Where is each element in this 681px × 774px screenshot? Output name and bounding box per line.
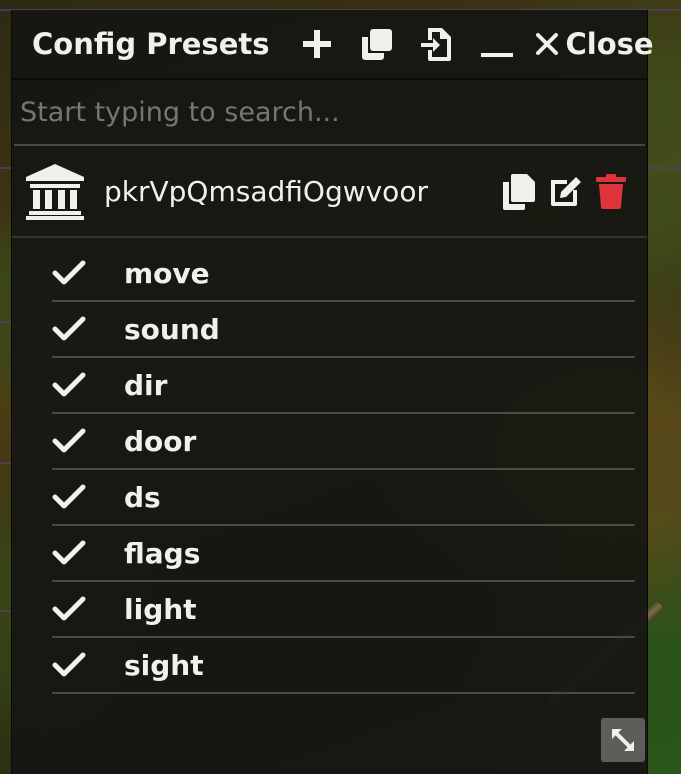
checkmark-icon: [52, 316, 86, 342]
option-label: flags: [124, 536, 201, 570]
option-list: move sound dir door ds flags light sight: [12, 246, 647, 694]
list-item-ds[interactable]: ds: [52, 470, 635, 526]
duplicate-preset-button[interactable]: [347, 22, 407, 66]
minimize-icon: [481, 53, 514, 57]
edit-preset-button[interactable]: [547, 172, 585, 210]
option-label: ds: [124, 480, 161, 514]
close-label: Close: [565, 27, 654, 61]
bank-icon: [26, 164, 84, 220]
list-item-light[interactable]: light: [52, 582, 635, 638]
list-item-flags[interactable]: flags: [52, 526, 635, 582]
preset-name: pkrVpQmsadfiOgwvoor: [104, 174, 428, 208]
delete-preset-button[interactable]: [595, 173, 627, 209]
trash-icon: [596, 174, 626, 209]
resize-handle[interactable]: [601, 718, 645, 762]
window-titlebar[interactable]: Config Presets Close: [12, 10, 654, 80]
preset-row[interactable]: pkrVpQmsadfiOgwvoor: [12, 146, 647, 238]
option-label: sound: [124, 312, 220, 346]
option-label: door: [124, 424, 197, 458]
copy-preset-button[interactable]: [501, 172, 537, 210]
close-button[interactable]: Close: [535, 27, 654, 61]
checkmark-icon: [52, 596, 86, 622]
checkmark-icon: [52, 260, 86, 286]
list-item-sight[interactable]: sight: [52, 638, 635, 694]
checkmark-icon: [52, 484, 86, 510]
copy-icon: [503, 174, 535, 210]
list-item-move[interactable]: move: [52, 246, 635, 302]
plus-icon: [303, 30, 332, 58]
list-item-door[interactable]: door: [52, 414, 635, 470]
checkmark-icon: [52, 540, 86, 566]
import-icon: [421, 28, 452, 61]
edit-icon: [551, 177, 581, 206]
option-label: dir: [124, 368, 168, 402]
checkmark-icon: [52, 652, 86, 678]
close-icon: [536, 33, 559, 55]
add-preset-button[interactable]: [287, 22, 347, 66]
config-presets-window: Config Presets Close Start typing to sea…: [11, 10, 654, 774]
import-preset-button[interactable]: [407, 22, 467, 66]
resize-icon: [612, 729, 634, 751]
checkmark-icon: [52, 372, 86, 398]
search-bar: [14, 80, 645, 146]
option-label: light: [124, 592, 197, 626]
option-label: sight: [124, 648, 204, 682]
copy-icon: [362, 29, 393, 60]
list-item-sound[interactable]: sound: [52, 302, 635, 358]
window-title: Config Presets: [32, 27, 270, 61]
checkmark-icon: [52, 428, 86, 454]
window-toolbar: [287, 22, 527, 66]
list-item-dir[interactable]: dir: [52, 358, 635, 414]
preset-actions: [501, 172, 627, 210]
search-input[interactable]: [14, 96, 645, 128]
minimize-button[interactable]: [467, 22, 527, 66]
option-label: move: [124, 256, 210, 290]
